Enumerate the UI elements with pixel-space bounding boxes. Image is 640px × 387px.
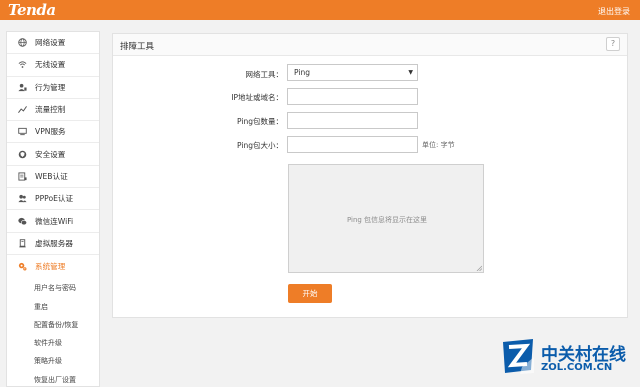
count-label: Ping包数量： (237, 117, 283, 126)
result-textarea[interactable]: Ping 包信息将显示在这里 (288, 164, 484, 273)
shield-icon (17, 149, 27, 159)
host-input[interactable] (287, 88, 418, 105)
sidebar-item-network[interactable]: 网络设置 (7, 32, 99, 55)
traffic-icon (17, 105, 27, 115)
sidebar-item-vpn[interactable]: VPN服务 (7, 121, 99, 144)
server-icon (17, 238, 27, 248)
zol-logo-icon (503, 339, 534, 374)
submenu-item-backup-restore[interactable]: 配置备份/恢复 (7, 316, 99, 334)
sidebar-item-label: 网络设置 (35, 38, 66, 48)
sidebar-item-label: 行为管理 (35, 82, 66, 92)
sidebar-item-label: VPN服务 (35, 127, 66, 137)
submenu-item-policy-upgrade[interactable]: 策略升级 (7, 352, 99, 370)
sidebar-item-label: 微信连WiFi (35, 216, 74, 226)
tool-select-value: Ping (294, 68, 310, 77)
chevron-down-icon: ▼ (408, 69, 413, 76)
sidebar-item-label: WEB认证 (35, 171, 68, 181)
submenu-item-username-password[interactable]: 用户名与密码 (7, 279, 99, 297)
size-unit: 单位: 字节 (422, 141, 455, 149)
brand-logo: Tenda (8, 1, 56, 19)
logout-link[interactable]: 退出登录 (598, 6, 630, 17)
system-submenu: 用户名与密码 重启 配置备份/恢复 软件升级 策略升级 恢复出厂设置 (7, 277, 99, 387)
sidebar-item-traffic[interactable]: 流量控制 (7, 99, 99, 122)
start-button[interactable]: 开始 (288, 284, 332, 303)
resize-grip-icon[interactable] (476, 265, 482, 271)
sidebar-item-label: 流量控制 (35, 105, 66, 115)
sidebar-item-system[interactable]: 系统管理 (7, 255, 99, 277)
top-bar: Tenda 退出登录 (0, 0, 640, 20)
sidebar-item-label: 虚拟服务器 (35, 238, 73, 248)
submenu-item-factory-reset[interactable]: 恢复出厂设置 (7, 371, 99, 387)
wechat-icon (17, 216, 27, 226)
sidebar-item-security[interactable]: 安全设置 (7, 143, 99, 166)
sidebar-item-web-auth[interactable]: WEB认证 (7, 166, 99, 189)
watermark: 中关村在线 ZOL.COM.CN (500, 335, 640, 387)
size-label: Ping包大小： (237, 141, 283, 150)
size-input[interactable] (287, 136, 418, 153)
watermark-en: ZOL.COM.CN (541, 362, 613, 373)
user-manage-icon (17, 82, 27, 92)
sidebar-item-behavior[interactable]: 行为管理 (7, 77, 99, 99)
sidebar-item-wechat-wifi[interactable]: 微信连WiFi (7, 210, 99, 233)
globe-icon (17, 38, 27, 48)
sidebar-item-label: 系统管理 (35, 261, 66, 271)
gear-icon (17, 261, 27, 271)
sidebar-item-virtual-server[interactable]: 虚拟服务器 (7, 233, 99, 255)
sidebar-item-label: 安全设置 (35, 149, 66, 159)
panel-title: 排障工具 (120, 42, 155, 52)
host-label: IP地址或域名： (231, 93, 283, 102)
result-placeholder: Ping 包信息将显示在这里 (346, 216, 428, 224)
help-button[interactable]: ? (606, 37, 620, 51)
sidebar-item-label: PPPoE认证 (35, 194, 74, 204)
panel-header: 排障工具 ? (113, 34, 627, 56)
sidebar-item-wireless[interactable]: 无线设置 (7, 54, 99, 77)
pppoe-icon (17, 194, 27, 204)
submenu-item-firmware-upgrade[interactable]: 软件升级 (7, 334, 99, 352)
wifi-icon (17, 60, 27, 70)
web-auth-icon (17, 171, 27, 181)
sidebar-item-pppoe[interactable]: PPPoE认证 (7, 188, 99, 211)
sidebar-item-label: 无线设置 (35, 60, 66, 70)
sidebar: 网络设置 无线设置 行为管理 流量控制 VPN服务 安全设置 WEB认证 PPP… (6, 31, 100, 387)
tool-label: 网络工具： (245, 70, 284, 79)
count-input[interactable] (287, 112, 418, 129)
monitor-icon (17, 127, 27, 137)
submenu-item-reboot[interactable]: 重启 (7, 298, 99, 316)
tool-select[interactable]: Ping ▼ (287, 64, 418, 81)
